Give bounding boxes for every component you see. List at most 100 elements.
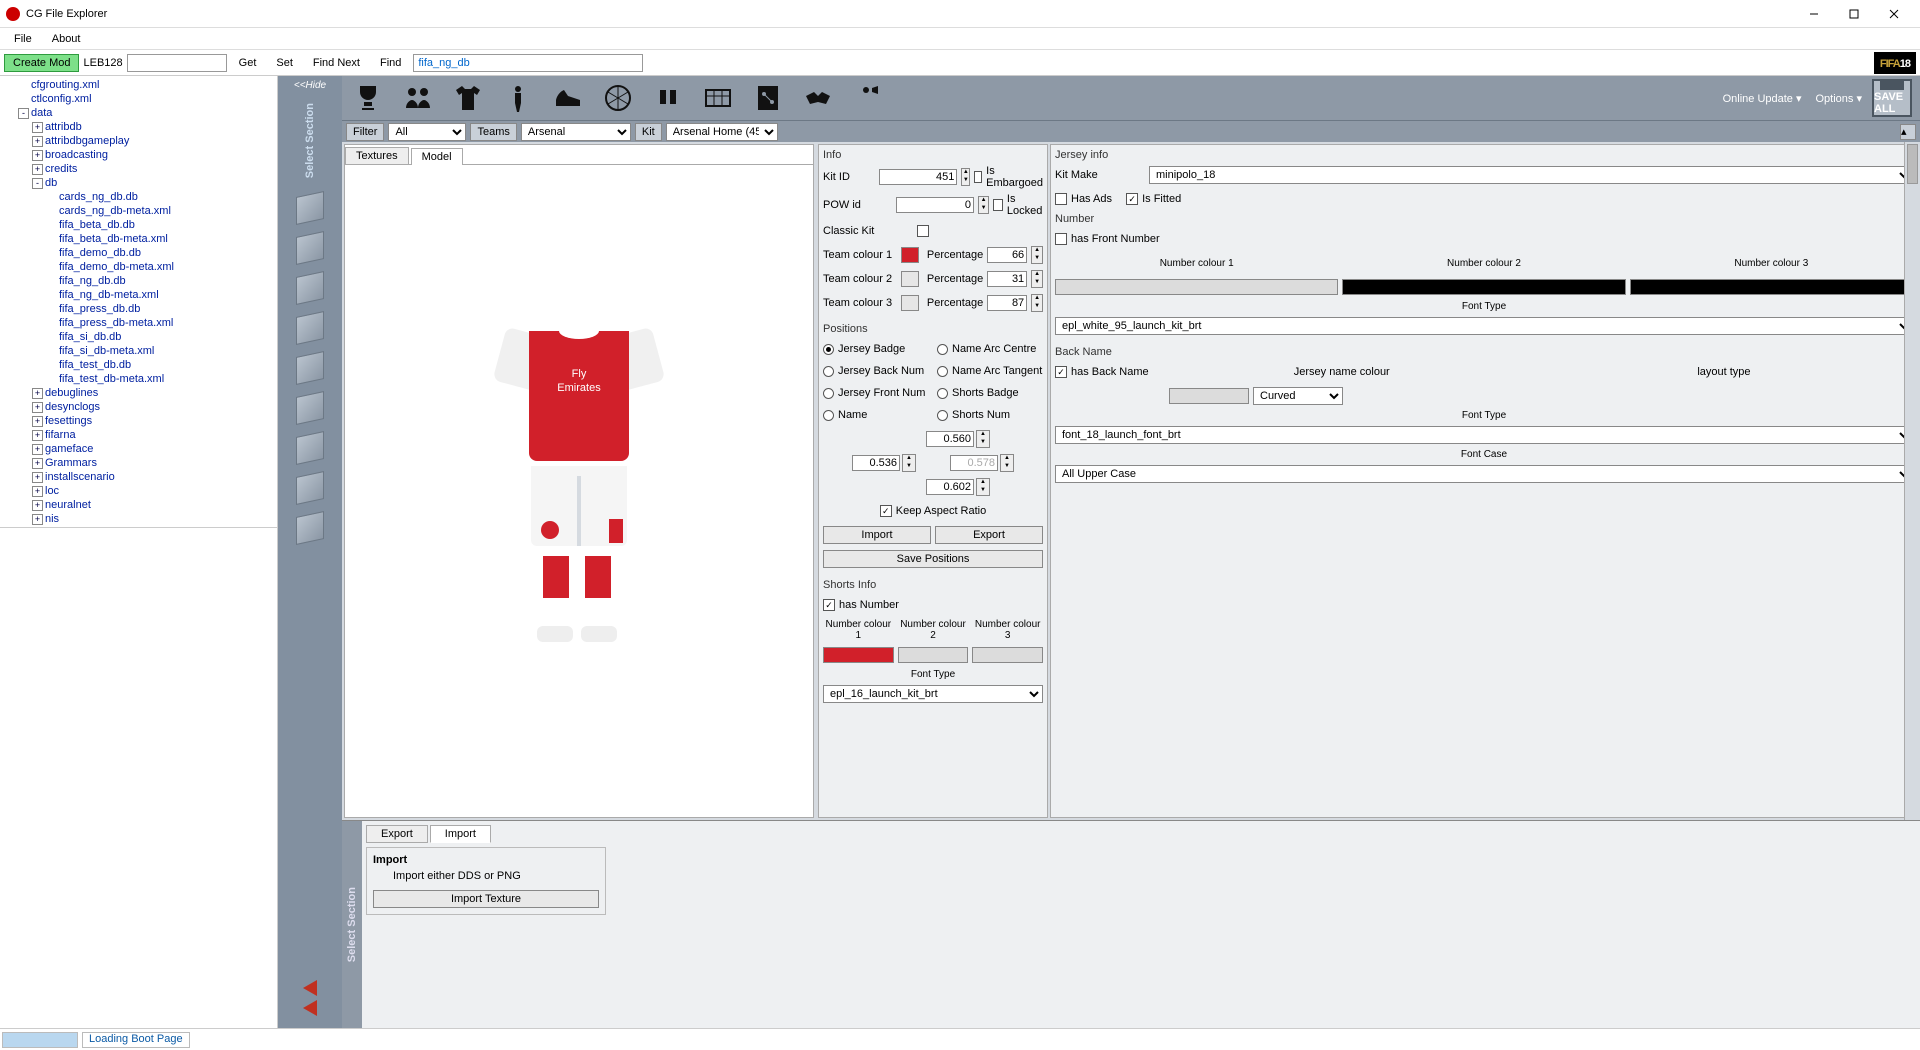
pos-top-input[interactable]: [926, 431, 974, 447]
tree-node[interactable]: cards_ng_db-meta.xml: [0, 204, 277, 218]
has-ads-checkbox[interactable]: [1055, 193, 1067, 205]
set-button[interactable]: Set: [268, 55, 301, 71]
tab-model[interactable]: Model: [411, 148, 463, 165]
jersey-font-select[interactable]: epl_white_95_launch_kit_brt: [1055, 317, 1913, 335]
tree-node[interactable]: cfgrouting.xml: [0, 78, 277, 92]
tree-node[interactable]: +fifarna: [0, 428, 277, 442]
shirt-icon[interactable]: [450, 81, 486, 115]
tree-expander[interactable]: +: [32, 500, 43, 511]
tree-node[interactable]: fifa_beta_db.db: [0, 218, 277, 232]
tree-node[interactable]: fifa_ng_db-meta.xml: [0, 288, 277, 302]
tree-expander[interactable]: +: [32, 122, 43, 133]
pos-bot-spinner[interactable]: ▲▼: [976, 478, 990, 496]
handshake-icon[interactable]: [800, 81, 836, 115]
boot-icon[interactable]: [550, 81, 586, 115]
hide-toggle[interactable]: <<Hide: [294, 80, 326, 91]
tree-node[interactable]: -data: [0, 106, 277, 120]
tree-node[interactable]: +fesettings: [0, 414, 277, 428]
tree-expander[interactable]: -: [18, 108, 29, 119]
position-radio-jersey-front-num[interactable]: [823, 388, 834, 399]
trophy-icon[interactable]: [350, 81, 386, 115]
pct-3-spinner[interactable]: ▲▼: [1031, 294, 1043, 312]
pos-export-button[interactable]: Export: [935, 526, 1043, 544]
is-fitted-checkbox[interactable]: [1126, 193, 1138, 205]
tree-node[interactable]: cards_ng_db.db: [0, 190, 277, 204]
model-viewport[interactable]: FlyEmirates: [345, 165, 813, 817]
tree-node[interactable]: fifa_demo_db-meta.xml: [0, 260, 277, 274]
tree-expander[interactable]: +: [32, 528, 43, 529]
pct-1-input[interactable]: [987, 247, 1027, 263]
is-embargoed-checkbox[interactable]: [974, 171, 982, 183]
pos-right-spinner[interactable]: ▲▼: [1000, 454, 1014, 472]
tree-expander[interactable]: +: [32, 444, 43, 455]
tree-node[interactable]: +neuralnet: [0, 498, 277, 512]
jersey-nc3-swatch[interactable]: [1630, 279, 1913, 295]
team-colour-2-swatch[interactable]: [901, 271, 919, 287]
tree-node[interactable]: fifa_test_db.db: [0, 358, 277, 372]
tree-node[interactable]: +attribdb: [0, 120, 277, 134]
position-radio-shorts-badge[interactable]: [937, 388, 948, 399]
pct-2-input[interactable]: [987, 271, 1027, 287]
tree-expander[interactable]: +: [32, 150, 43, 161]
back-font-select[interactable]: font_18_launch_font_brt: [1055, 426, 1913, 444]
tree-expander[interactable]: +: [32, 514, 43, 525]
pos-right-input[interactable]: [950, 455, 998, 471]
pow-id-input[interactable]: [896, 197, 974, 213]
kit-id-input[interactable]: [879, 169, 957, 185]
pos-bot-input[interactable]: [926, 479, 974, 495]
tree-expander[interactable]: +: [32, 486, 43, 497]
player-icon[interactable]: [500, 81, 536, 115]
section-text[interactable]: [293, 430, 327, 466]
tree-node[interactable]: +credits: [0, 162, 277, 176]
tactics-icon[interactable]: [750, 81, 786, 115]
section-ebx[interactable]: [293, 390, 327, 426]
tree-node[interactable]: fifa_beta_db-meta.xml: [0, 232, 277, 246]
tree-expander[interactable]: +: [32, 136, 43, 147]
position-radio-name-arc-centre[interactable]: [937, 344, 948, 355]
tab-textures[interactable]: Textures: [345, 147, 409, 164]
pct-3-input[interactable]: [987, 295, 1027, 311]
classic-kit-checkbox[interactable]: [917, 225, 929, 237]
tab-import[interactable]: Import: [430, 825, 491, 843]
tree-node[interactable]: +debuglines: [0, 386, 277, 400]
maximize-button[interactable]: [1834, 4, 1874, 24]
team-icon[interactable]: [400, 81, 436, 115]
tree-node[interactable]: fifa_press_db.db: [0, 302, 277, 316]
tree-node[interactable]: fifa_si_db-meta.xml: [0, 344, 277, 358]
team-colour-1-swatch[interactable]: [901, 247, 919, 263]
shorts-nc2-swatch[interactable]: [898, 647, 969, 663]
jersey-nc1-swatch[interactable]: [1055, 279, 1338, 295]
tree-node[interactable]: +installscenario: [0, 470, 277, 484]
options-dropdown[interactable]: Options ▾: [1812, 90, 1867, 107]
section-texture[interactable]: [293, 310, 327, 346]
team-colour-3-swatch[interactable]: [901, 295, 919, 311]
shorts-has-number-checkbox[interactable]: [823, 599, 835, 611]
tree-node[interactable]: fifa_press_db-meta.xml: [0, 316, 277, 330]
jersey-nc2-swatch[interactable]: [1342, 279, 1625, 295]
tree-expander[interactable]: +: [32, 388, 43, 399]
layout-type-select[interactable]: Curved: [1253, 387, 1343, 405]
minimize-button[interactable]: [1794, 4, 1834, 24]
tree-node[interactable]: +nis: [0, 512, 277, 526]
keep-aspect-checkbox[interactable]: [880, 505, 892, 517]
tab-export[interactable]: Export: [366, 825, 428, 843]
tree-expander[interactable]: +: [32, 430, 43, 441]
create-mod-button[interactable]: Create Mod: [4, 54, 79, 72]
position-radio-name[interactable]: [823, 410, 834, 421]
save-positions-button[interactable]: Save Positions: [823, 550, 1043, 568]
is-locked-checkbox[interactable]: [993, 199, 1003, 211]
pct-2-spinner[interactable]: ▲▼: [1031, 270, 1043, 288]
kit-select[interactable]: Arsenal Home (451): [666, 123, 778, 141]
tree-node[interactable]: +offlineeula: [0, 526, 277, 528]
tree-node[interactable]: fifa_test_db-meta.xml: [0, 372, 277, 386]
tree-node[interactable]: -db: [0, 176, 277, 190]
kit-id-spinner[interactable]: ▲▼: [961, 168, 970, 186]
position-radio-shorts-num[interactable]: [937, 410, 948, 421]
pos-import-button[interactable]: Import: [823, 526, 931, 544]
tree-node[interactable]: fifa_ng_db.db: [0, 274, 277, 288]
tree-node[interactable]: +Grammars: [0, 456, 277, 470]
leb128-input[interactable]: [127, 54, 227, 72]
tree-node[interactable]: fifa_demo_db.db: [0, 246, 277, 260]
position-radio-jersey-badge[interactable]: [823, 344, 834, 355]
menu-file[interactable]: File: [4, 30, 42, 48]
